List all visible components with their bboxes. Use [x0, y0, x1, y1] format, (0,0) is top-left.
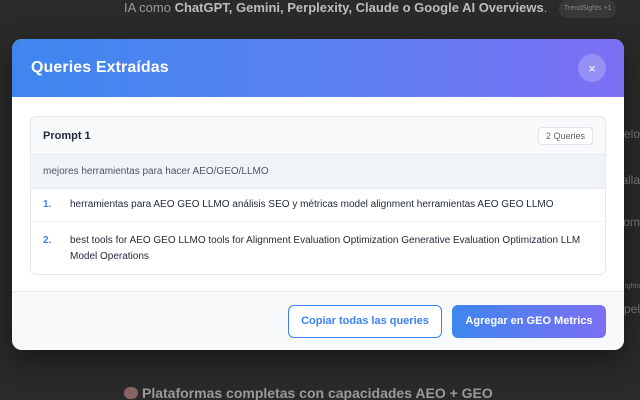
query-number: 2. — [43, 235, 52, 246]
background-snippet: om — [623, 215, 640, 229]
copy-all-queries-button[interactable]: Copiar todas las queries — [288, 304, 442, 338]
close-button[interactable]: × — [578, 54, 606, 82]
background-intro-text: IA como ChatGPT, Gemini, Perplexity, Cla… — [124, 0, 617, 18]
background-snippet: alla — [621, 173, 640, 187]
add-to-geo-metrics-button[interactable]: Agregar en GEO Metrics — [452, 304, 606, 338]
background-section-heading: Plataformas completas con capacidades AE… — [124, 385, 493, 400]
prompt-header: Prompt 1 2 Queries — [31, 117, 605, 155]
close-icon: × — [588, 60, 596, 76]
modal-title: Queries Extraídas — [31, 59, 169, 76]
background-snippet: elo — [623, 127, 640, 141]
query-item: 2. best tools for AEO GEO LLMO tools for… — [31, 222, 605, 274]
query-item: 1. herramientas para AEO GEO LLMO anális… — [31, 189, 605, 222]
background-badge: TrendSights +1 — [558, 0, 617, 18]
modal-body: Prompt 1 2 Queries mejores herramientas … — [12, 97, 624, 291]
brain-icon — [124, 387, 138, 399]
modal-footer: Copiar todas las queries Agregar en GEO … — [12, 291, 624, 350]
prompt-text: mejores herramientas para hacer AEO/GEO/… — [31, 155, 605, 189]
query-text: herramientas para AEO GEO LLMO análisis … — [70, 199, 554, 210]
query-text: best tools for AEO GEO LLMO tools for Al… — [70, 235, 581, 262]
queries-modal: Queries Extraídas × Prompt 1 2 Queries m… — [12, 39, 624, 350]
query-count-badge: 2 Queries — [537, 126, 593, 145]
modal-header: Queries Extraídas × — [12, 39, 624, 97]
background-snippet: ights — [625, 283, 640, 290]
prompt-card: Prompt 1 2 Queries mejores herramientas … — [30, 116, 606, 275]
query-number: 1. — [43, 199, 52, 210]
prompt-name: Prompt 1 — [43, 129, 91, 142]
background-snippet: pel — [623, 302, 640, 316]
